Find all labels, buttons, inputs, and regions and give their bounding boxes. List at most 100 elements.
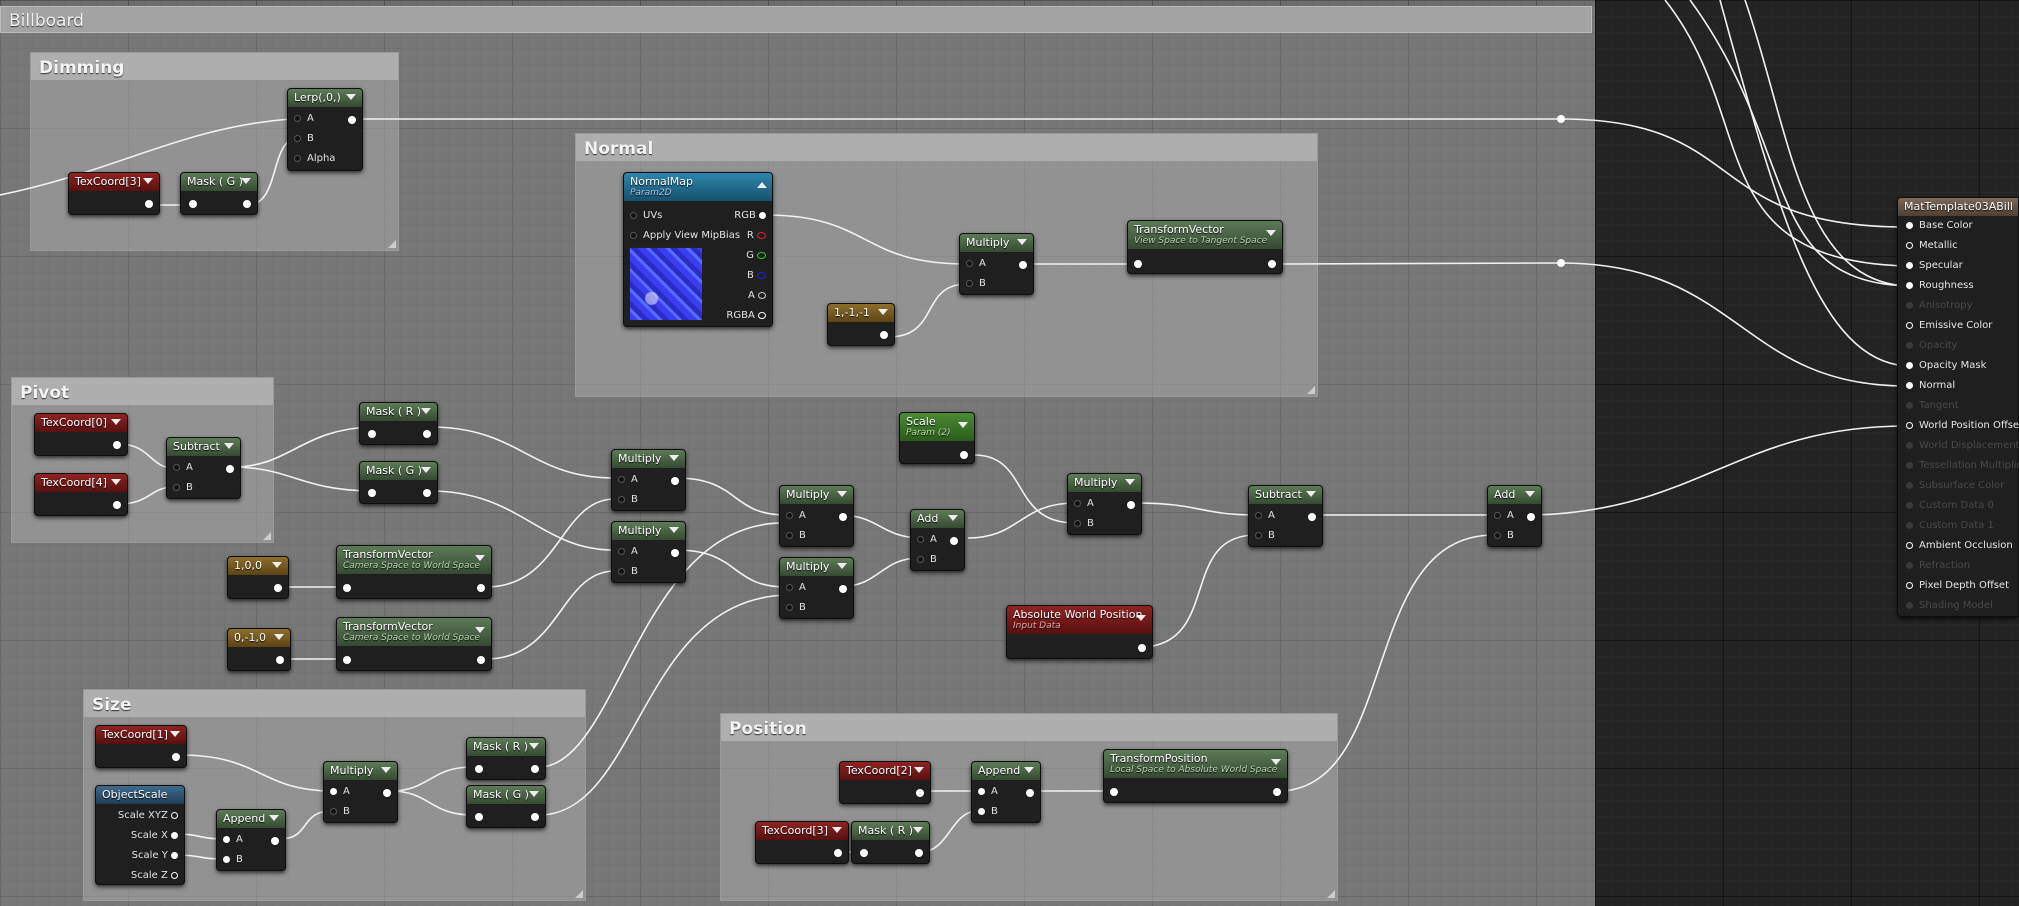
output-pin[interactable] xyxy=(1026,789,1034,797)
output-pin[interactable] xyxy=(423,489,431,497)
pin-rgb[interactable]: RGB xyxy=(734,210,766,221)
texcoord0-node[interactable]: TexCoord[0] xyxy=(34,413,128,456)
multiply-2-node[interactable]: Multiply A B xyxy=(611,521,686,583)
pin-a[interactable]: A xyxy=(917,534,937,545)
pin-a[interactable]: A xyxy=(330,786,350,797)
output-pin[interactable] xyxy=(383,789,391,797)
pin-g[interactable]: G xyxy=(746,250,766,261)
pin-scale-x[interactable]: Scale X xyxy=(131,830,178,841)
material-input-shading-model[interactable]: Shading Model xyxy=(1906,600,1993,611)
chevron-down-icon[interactable] xyxy=(346,94,356,100)
pin-b[interactable]: B xyxy=(1074,518,1094,529)
mask-g-pivot-node[interactable]: Mask ( G ) xyxy=(359,461,438,504)
pin-b[interactable]: B xyxy=(966,278,986,289)
object-scale-node[interactable]: ObjectScale Scale XYZ Scale X Scale Y Sc… xyxy=(95,785,185,885)
chevron-down-icon[interactable] xyxy=(274,634,284,640)
chevron-down-icon[interactable] xyxy=(111,479,121,485)
material-input-specular[interactable]: Specular xyxy=(1906,260,1963,271)
output-pin[interactable] xyxy=(671,477,679,485)
chevron-down-icon[interactable] xyxy=(1306,491,1316,497)
pin-b[interactable]: B xyxy=(330,806,350,817)
chevron-down-icon[interactable] xyxy=(958,422,968,428)
multiply-normal-node[interactable]: Multiply A B xyxy=(959,233,1034,295)
multiply-size-node[interactable]: Multiply A B xyxy=(323,761,398,823)
chevron-down-icon[interactable] xyxy=(529,791,539,797)
chevron-down-icon[interactable] xyxy=(669,527,679,533)
chevron-down-icon[interactable] xyxy=(421,408,431,414)
output-pin[interactable] xyxy=(960,451,968,459)
output-pin[interactable] xyxy=(274,584,282,592)
pin-b[interactable]: B xyxy=(917,554,937,565)
material-input-tangent[interactable]: Tangent xyxy=(1906,400,1959,411)
pin-scale-y[interactable]: Scale Y xyxy=(132,850,178,861)
constant-vector-1-neg1-neg1-node[interactable]: 1,-1,-1 xyxy=(827,303,895,346)
pin-b[interactable]: B xyxy=(786,530,806,541)
output-pin[interactable] xyxy=(531,765,539,773)
material-input-normal[interactable]: Normal xyxy=(1906,380,1955,391)
material-input-world-displacement[interactable]: World Displacement xyxy=(1906,440,2019,451)
pin-a[interactable]: A xyxy=(1494,510,1514,521)
subtract-main-node[interactable]: Subtract A B xyxy=(1248,485,1323,547)
chevron-down-icon[interactable] xyxy=(1125,479,1135,485)
chevron-down-icon[interactable] xyxy=(529,743,539,749)
constant-vector-1-0-0-node[interactable]: 1,0,0 xyxy=(227,556,289,599)
chevron-down-icon[interactable] xyxy=(1136,615,1146,621)
chevron-down-icon[interactable] xyxy=(1525,491,1535,497)
texcoord4-node[interactable]: TexCoord[4] xyxy=(34,473,128,516)
material-input-emissive-color[interactable]: Emissive Color xyxy=(1906,320,1992,331)
pin-scale-z[interactable]: Scale Z xyxy=(131,870,178,881)
texcoord1-node[interactable]: TexCoord[1] xyxy=(95,725,187,768)
pin-a[interactable]: A xyxy=(618,474,638,485)
mask-r-pivot-node[interactable]: Mask ( R ) xyxy=(359,402,438,445)
input-pin[interactable] xyxy=(1134,260,1142,268)
pin-b[interactable]: B xyxy=(978,806,998,817)
input-pin[interactable] xyxy=(368,430,376,438)
output-pin[interactable] xyxy=(226,465,234,473)
pin-b[interactable]: B xyxy=(786,602,806,613)
chevron-down-icon[interactable] xyxy=(111,419,121,425)
texcoord3-position-node[interactable]: TexCoord[3] xyxy=(755,821,849,864)
pin-rgba[interactable]: RGBA xyxy=(726,310,766,321)
pin-apply-view-mipbias[interactable]: Apply View MipBias xyxy=(630,230,740,241)
material-input-custom-data-0[interactable]: Custom Data 0 xyxy=(1906,500,1994,511)
output-pin[interactable] xyxy=(113,441,121,449)
pin-scale-xyz[interactable]: Scale XYZ xyxy=(118,810,178,821)
pin-a[interactable]: A xyxy=(294,113,314,124)
chevron-down-icon[interactable] xyxy=(272,562,282,568)
append-position-node[interactable]: Append A B xyxy=(971,761,1041,823)
pin-b[interactable]: B xyxy=(618,566,638,577)
material-input-base-color[interactable]: Base Color xyxy=(1906,220,1973,231)
output-pin[interactable] xyxy=(348,116,356,124)
material-result-node[interactable]: MatTemplate03ABill Base Color Metallic Spe… xyxy=(1897,197,2019,617)
output-pin[interactable] xyxy=(916,789,924,797)
output-pin[interactable] xyxy=(1268,260,1276,268)
material-input-pixel-depth-offset[interactable]: Pixel Depth Offset xyxy=(1906,580,2009,591)
material-input-custom-data-1[interactable]: Custom Data 1 xyxy=(1906,520,1994,531)
pin-b[interactable]: B xyxy=(294,133,314,144)
transform-vector-tangent-node[interactable]: TransformVector View Space to Tangent Spa… xyxy=(1127,220,1283,274)
mask-r-size-node[interactable]: Mask ( R ) xyxy=(466,737,546,780)
pin-a[interactable]: A xyxy=(173,462,193,473)
chevron-down-icon[interactable] xyxy=(170,731,180,737)
pin-a[interactable]: A xyxy=(223,834,243,845)
pin-b[interactable]: B xyxy=(1255,530,1275,541)
output-pin[interactable] xyxy=(172,753,180,761)
output-pin[interactable] xyxy=(243,200,251,208)
output-pin[interactable] xyxy=(1019,261,1027,269)
texcoord2-node[interactable]: TexCoord[2] xyxy=(839,761,931,804)
chevron-down-icon[interactable] xyxy=(475,627,485,633)
output-pin[interactable] xyxy=(477,584,485,592)
pin-a[interactable]: A xyxy=(786,582,806,593)
pin-b[interactable]: B xyxy=(223,854,243,865)
output-pin[interactable] xyxy=(271,837,279,845)
pin-a[interactable]: A xyxy=(618,546,638,557)
chevron-down-icon[interactable] xyxy=(878,309,888,315)
chevron-down-icon[interactable] xyxy=(421,467,431,473)
pin-a[interactable]: A xyxy=(966,258,986,269)
input-pin[interactable] xyxy=(475,813,483,821)
material-input-opacity-mask[interactable]: Opacity Mask xyxy=(1906,360,1986,371)
material-input-metallic[interactable]: Metallic xyxy=(1906,240,1958,251)
input-pin[interactable] xyxy=(189,200,197,208)
input-pin[interactable] xyxy=(860,849,868,857)
output-pin[interactable] xyxy=(880,331,888,339)
